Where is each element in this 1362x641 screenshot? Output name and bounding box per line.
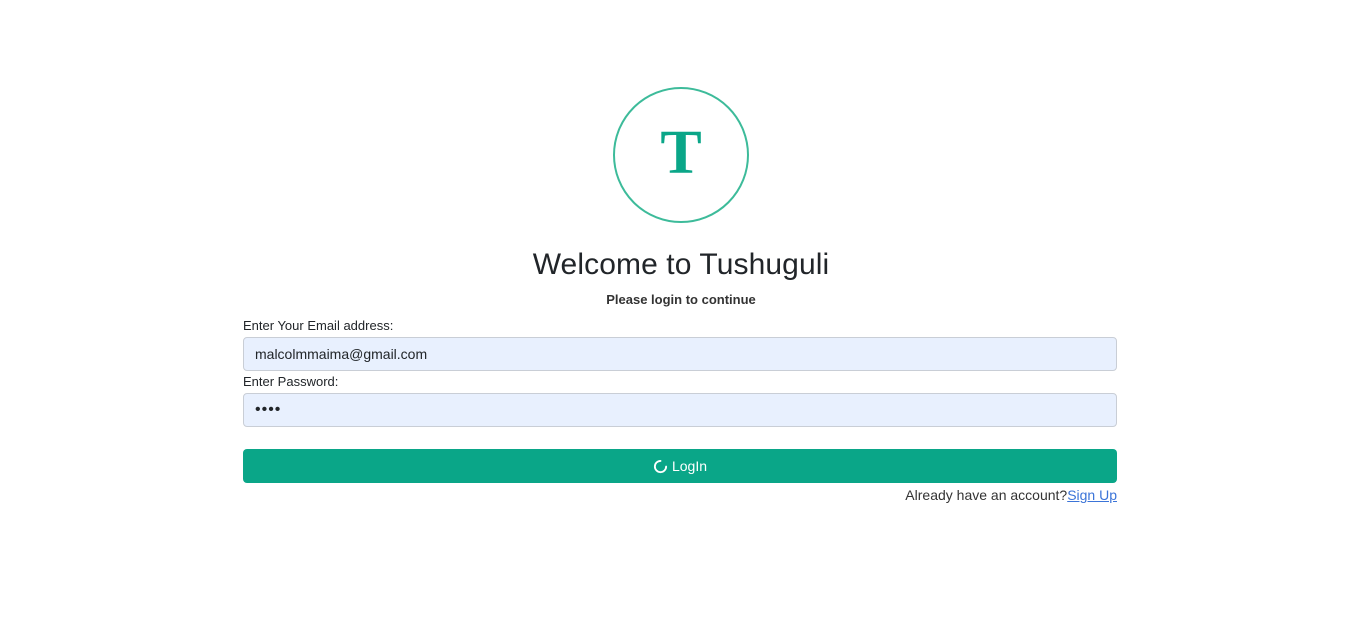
password-label: Enter Password: [243, 374, 339, 389]
spinner-icon [653, 459, 668, 473]
signup-prompt-text: Already have an account? [905, 487, 1068, 503]
password-field[interactable] [243, 393, 1117, 427]
signup-prompt: Already have an account?Sign Up [905, 487, 1117, 503]
login-button-label: LogIn [671, 458, 708, 474]
logo-letter: T [660, 119, 702, 187]
signup-link[interactable]: Sign Up [1067, 487, 1117, 503]
email-field[interactable] [243, 337, 1117, 371]
page-subtitle: Please login to continue [606, 292, 756, 307]
login-page: T Welcome to Tushuguli Please login to c… [0, 0, 1362, 641]
login-button[interactable]: LogIn [243, 449, 1117, 483]
email-label: Enter Your Email address: [243, 318, 394, 333]
app-logo: T [613, 87, 749, 223]
page-title: Welcome to Tushuguli [532, 248, 830, 281]
